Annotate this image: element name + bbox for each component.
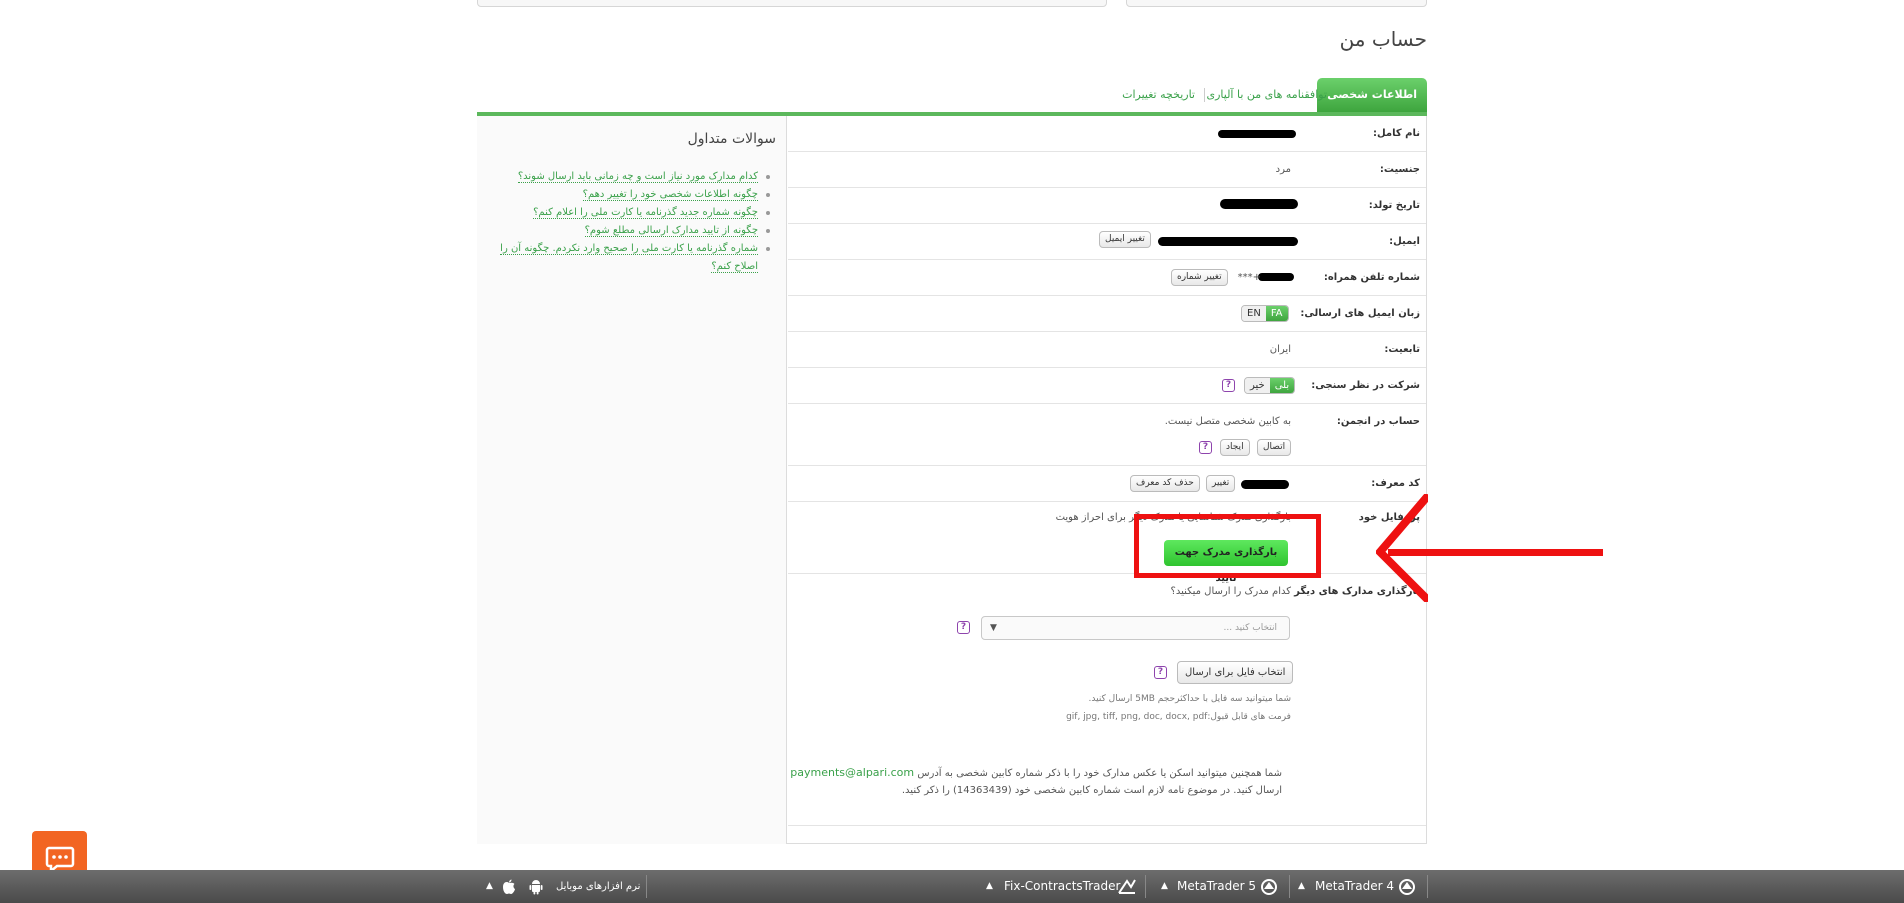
tab-divider — [1204, 88, 1205, 102]
row-forum: حساب در انجمن: به کابین شخصی متصل نیست. … — [788, 404, 1426, 466]
tab-personal-info[interactable]: اطلاعات شخصی — [1317, 78, 1427, 112]
taskbar-divider — [1145, 875, 1146, 898]
forum-connect-button[interactable]: اتصال — [1257, 439, 1292, 456]
survey-toggle[interactable]: خیر بلی — [1244, 377, 1296, 394]
mt4-chevron-icon[interactable]: ▲ — [1298, 870, 1305, 903]
row-full-name: نام کامل: — [788, 116, 1426, 152]
select-help-icon[interactable]: ? — [957, 621, 970, 634]
highlight-box-annotation — [1134, 514, 1321, 578]
row-email: ایمیل: تغییر ایمیل — [788, 224, 1426, 260]
email-language-toggle[interactable]: EN FA — [1241, 305, 1289, 322]
redacted-phone — [1258, 273, 1294, 281]
birthdate-label: تاریخ تولد: — [1368, 200, 1420, 211]
document-type-select[interactable]: انتخاب کنید ... ▼ — [981, 616, 1290, 640]
alternative-text-line2: ارسال کنید. در موضوع نامه لازم است شماره… — [901, 785, 1282, 796]
survey-yes-option[interactable]: بلی — [1269, 378, 1295, 393]
arrow-head-annotation — [1376, 494, 1428, 602]
payments-email-link[interactable]: payments@alpari.com — [790, 766, 914, 779]
tab-agreements[interactable]: توافقنامه های من با آلپاری — [1206, 78, 1327, 112]
faq-link[interactable]: چگونه اطلاعات شخصی خود را تغییر دهم؟ — [498, 186, 770, 204]
row-profile-upload: پروفایل خود بارگذاری مدرک شناسایی یا مدر… — [788, 502, 1426, 574]
page-title: حساب من — [1339, 27, 1427, 51]
forum-label: حساب در انجمن: — [1336, 416, 1420, 427]
faq-link[interactable]: چگونه از تایید مدارک ارسالی مطلع شوم؟ — [498, 222, 770, 240]
formats-note: فرمت های قابل قبول:gif, jpg, tiff, png, … — [1066, 712, 1291, 722]
fix-contracts-trader-label[interactable]: Fix-ContractsTrader — [1004, 870, 1120, 903]
change-email-button[interactable]: تغییر ایمیل — [1099, 231, 1151, 248]
citizenship-value: ایران — [1269, 344, 1291, 355]
row-gender: جنسیت: مرد — [788, 152, 1426, 188]
citizenship-label: تابعیت: — [1384, 344, 1420, 355]
top-right-box — [1126, 0, 1427, 7]
mobile-apps-label[interactable]: نرم افزارهای موبایل — [556, 870, 640, 903]
row-birthdate: تاریخ تولد: — [788, 188, 1426, 224]
taskbar-divider — [1289, 875, 1290, 898]
mt5-chevron-icon[interactable]: ▲ — [1161, 870, 1168, 903]
faq-sidebar: سوالات متداول کدام مدارک مورد نیاز است و… — [477, 116, 787, 844]
file-help-icon[interactable]: ? — [1154, 666, 1167, 679]
row-citizenship: تابعیت: ایران — [788, 332, 1426, 368]
change-phone-button[interactable]: تغییر شماره — [1171, 269, 1228, 286]
faq-link[interactable]: شماره گذرنامه یا کارت ملی را صحیح وارد ن… — [498, 240, 770, 276]
survey-help-icon[interactable]: ? — [1222, 379, 1235, 392]
referral-delete-button[interactable]: حذف کد معرف — [1130, 475, 1200, 492]
referral-label: کد معرف: — [1371, 478, 1420, 489]
row-phone: شماره تلفن همراه: +*** تغییر شماره — [788, 260, 1426, 296]
full-name-label: نام کامل: — [1372, 128, 1420, 139]
survey-label: شرکت در نظر سنجی: — [1311, 380, 1420, 391]
metatrader4-logo-icon — [1399, 879, 1415, 895]
size-note: شما میتوانید سه فایل با حداکثرحجم 5MB ار… — [1088, 694, 1291, 704]
lang-fa-option[interactable]: FA — [1265, 306, 1288, 321]
choose-file-button[interactable]: انتخاب فایل برای ارسال — [1177, 661, 1294, 684]
taskbar-divider — [1427, 875, 1428, 898]
email-label: ایمیل: — [1389, 236, 1420, 247]
metatrader5-logo-icon — [1261, 879, 1277, 895]
select-placeholder: انتخاب کنید ... — [1223, 623, 1278, 633]
tab-change-history[interactable]: تاریخچه تغییرات — [1122, 78, 1195, 112]
mobile-apps-chevron-icon[interactable]: ▲ — [486, 870, 493, 903]
gender-label: جنسیت: — [1379, 164, 1420, 175]
which-doc-question: کدام مدرک را ارسال میکنید؟ — [1170, 586, 1291, 597]
top-left-box — [477, 0, 1107, 7]
gender-value: مرد — [1275, 164, 1291, 175]
apple-icon[interactable] — [502, 879, 516, 895]
metatrader4-label[interactable]: MetaTrader 4 — [1315, 870, 1394, 903]
lang-en-option[interactable]: EN — [1242, 306, 1266, 321]
android-icon[interactable] — [529, 879, 543, 895]
tab-bar: اطلاعات شخصی توافقنامه های من با آلپاری … — [477, 78, 1427, 116]
dropdown-arrow-icon: ▼ — [990, 623, 997, 633]
alternative-note: شما همچنین میتوانید اسکن یا عکس مدارک خو… — [790, 764, 1282, 799]
fix-chevron-icon[interactable]: ▲ — [986, 870, 993, 903]
taskbar-divider — [646, 875, 647, 898]
row-referral: کد معرف: تغییر حذف کد معرف — [788, 466, 1426, 502]
faq-link[interactable]: کدام مدارک مورد نیاز است و چه زمانی باید… — [498, 168, 770, 186]
forum-value: به کابین شخصی متصل نیست. — [1164, 416, 1291, 427]
faq-link[interactable]: چگونه شماره جدید گذرنامه یا کارت ملی را … — [498, 204, 770, 222]
alternative-text-line1: شما همچنین میتوانید اسکن یا عکس مدارک خو… — [917, 768, 1282, 779]
forum-help-icon[interactable]: ? — [1199, 441, 1212, 454]
email-language-label: زبان ایمیل های ارسالی: — [1300, 308, 1420, 319]
faq-title: سوالات متداول — [687, 131, 776, 147]
redacted-name — [1218, 130, 1296, 138]
forum-create-button[interactable]: ایجاد — [1220, 439, 1250, 456]
survey-no-option[interactable]: خیر — [1245, 378, 1270, 393]
phone-value: +*** — [1237, 272, 1261, 283]
faq-list: کدام مدارک مورد نیاز است و چه زمانی باید… — [498, 168, 770, 276]
redacted-birthdate — [1220, 199, 1298, 209]
referral-change-button[interactable]: تغییر — [1206, 475, 1236, 492]
phone-label: شماره تلفن همراه: — [1323, 272, 1420, 283]
row-survey: شرکت در نظر سنجی: خیر بلی ? — [788, 368, 1426, 404]
fix-trader-logo-icon — [1118, 879, 1136, 894]
redacted-referral — [1241, 480, 1289, 489]
row-email-language: زبان ایمیل های ارسالی: EN FA — [788, 296, 1426, 332]
metatrader5-label[interactable]: MetaTrader 5 — [1177, 870, 1256, 903]
redacted-email — [1158, 237, 1298, 246]
platform-taskbar: ▲ نرم افزارهای موبایل ▲ Fix-ContractsTra… — [0, 870, 1904, 903]
